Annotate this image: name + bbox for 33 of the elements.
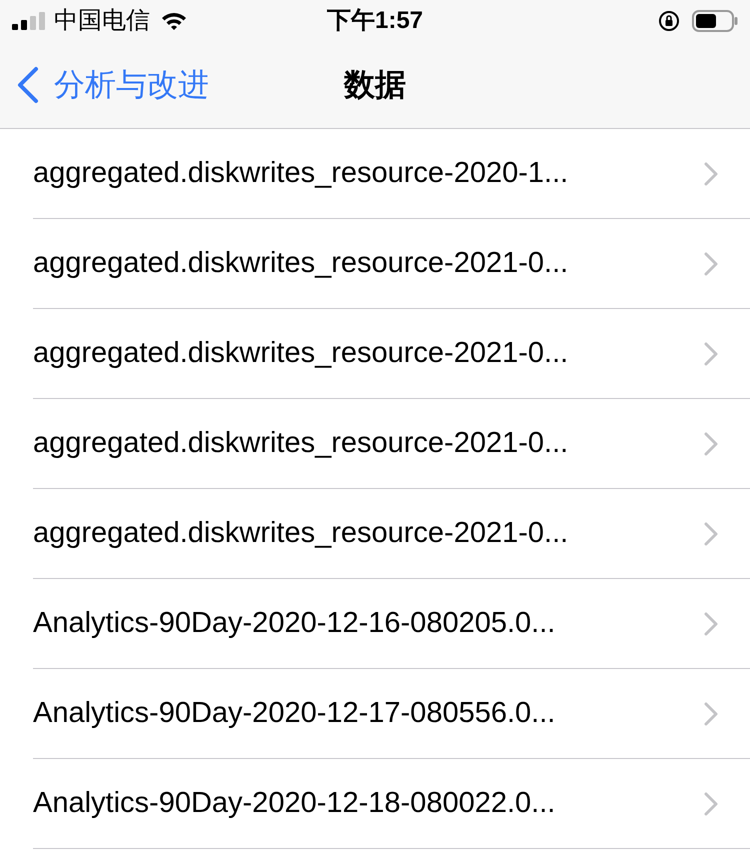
wifi-icon: [160, 11, 188, 31]
back-chevron-icon: [16, 66, 40, 104]
rotation-lock-icon: [658, 10, 680, 32]
chevron-icon: [704, 792, 718, 816]
file-row[interactable]: Analytics-90Day-2020-12-18-080022.0...: [33, 759, 750, 849]
chevron-icon: [704, 252, 718, 276]
file-name: aggregated.diskwrites_resource-2021-0...: [33, 336, 570, 371]
file-row[interactable]: aggregated.diskwrites_resource-2020-1...: [33, 129, 750, 219]
chevron-icon: [704, 522, 718, 546]
file-row[interactable]: Analytics-90Day-2020-12-16-080205.0...: [33, 579, 750, 669]
file-row[interactable]: aggregated.diskwrites_resource-2021-0...: [33, 219, 750, 309]
carrier-name: 中国电信: [54, 6, 150, 36]
file-name: Analytics-90Day-2020-12-16-080205.0...: [33, 606, 556, 641]
screen-title: 数据: [344, 66, 406, 104]
file-name: Analytics-90Day-2020-12-17-080556.0...: [33, 696, 556, 731]
file-name: aggregated.diskwrites_resource-2021-0...: [33, 246, 570, 281]
chevron-icon: [704, 162, 718, 186]
file-name: aggregated.diskwrites_resource-2021-0...: [33, 426, 570, 461]
file-row[interactable]: Analytics-90Day-2020-12-17-080556.0...: [33, 669, 750, 759]
chevron-icon: [704, 702, 718, 726]
file-row[interactable]: aggregated.diskwrites_resource-2021-0...: [33, 399, 750, 489]
back-button[interactable]: 分析与改进: [16, 62, 209, 108]
battery-icon: [692, 10, 738, 32]
file-name: Analytics-90Day-2020-12-18-080022.0...: [33, 786, 556, 821]
clock-time: 下午1:57: [326, 6, 424, 36]
chevron-icon: [704, 342, 718, 366]
chevron-icon: [704, 432, 718, 456]
file-row[interactable]: aggregated.diskwrites_resource-2021-0...: [33, 489, 750, 579]
file-row[interactable]: aggregated.diskwrites_resource-2021-0...: [33, 309, 750, 399]
chevron-icon: [704, 612, 718, 636]
signal-icon: [12, 12, 48, 30]
file-name: aggregated.diskwrites_resource-2020-1...: [33, 156, 570, 191]
file-name: aggregated.diskwrites_resource-2021-0...: [33, 516, 570, 551]
